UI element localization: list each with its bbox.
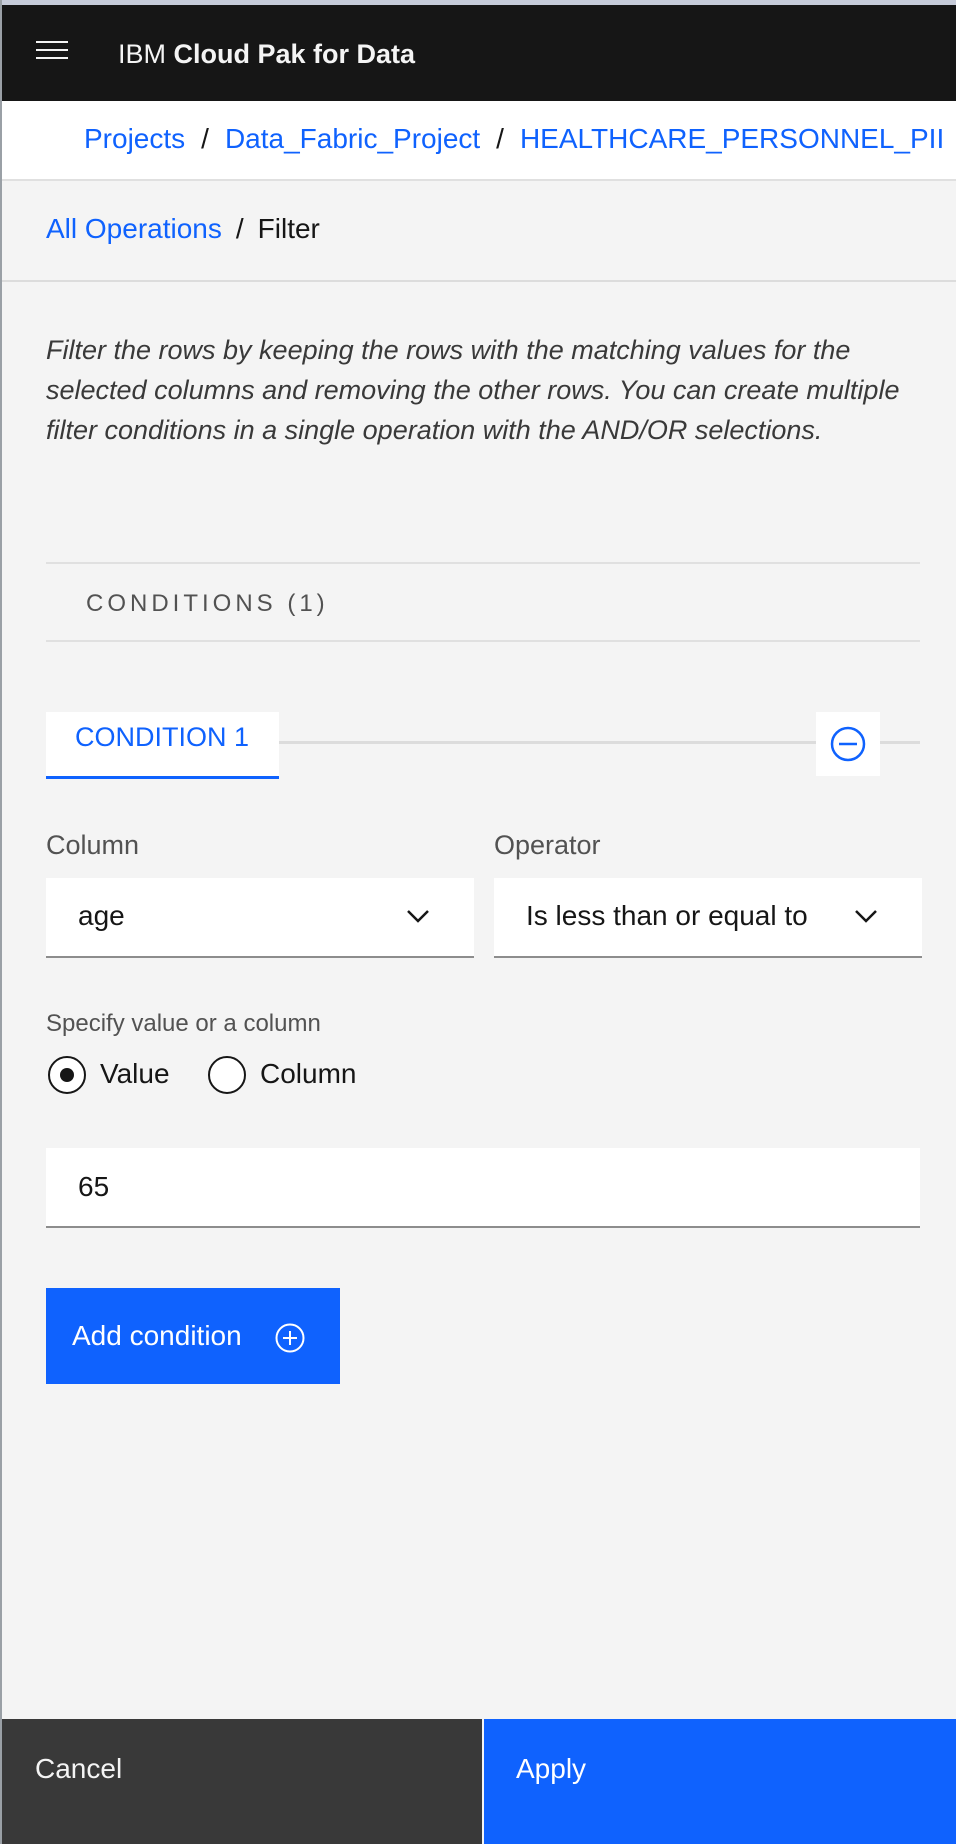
conditions-header: CONDITIONS (1) — [46, 562, 920, 642]
operator-select-value: Is less than or equal to — [526, 900, 808, 931]
breadcrumb-separator: / — [496, 123, 504, 154]
apply-label: Apply — [516, 1753, 587, 1784]
cancel-button[interactable]: Cancel — [2, 1719, 482, 1844]
remove-condition-button[interactable] — [816, 712, 880, 776]
operation-breadcrumb-separator: / — [235, 213, 244, 244]
column-label: Column — [46, 830, 140, 860]
brand-title: IBM Cloud Pak for Data — [118, 39, 415, 70]
tab-condition-1[interactable]: CONDITION 1 — [46, 712, 279, 779]
operator-label: Operator — [494, 830, 601, 860]
brand-prefix: IBM — [118, 39, 167, 69]
all-operations-link[interactable]: All Operations — [46, 213, 222, 244]
radio-column-circle — [208, 1056, 246, 1094]
cancel-label: Cancel — [35, 1753, 123, 1784]
chevron-down-icon — [855, 910, 877, 923]
add-condition-button[interactable]: Add condition — [46, 1288, 340, 1384]
add-condition-label: Add condition — [72, 1320, 242, 1351]
operator-select[interactable]: Is less than or equal to — [494, 878, 922, 958]
apply-button[interactable]: Apply — [484, 1719, 956, 1844]
menu-icon[interactable] — [36, 41, 68, 67]
operation-breadcrumb: All Operations / Filter — [2, 181, 956, 282]
specify-label: Specify value or a column — [46, 1010, 321, 1037]
breadcrumb-separator: / — [201, 123, 209, 154]
conditions-count-label: CONDITIONS (1) — [86, 590, 329, 617]
action-footer: Cancel Apply — [2, 1719, 956, 1844]
operation-description: Filter the rows by keeping the rows with… — [46, 335, 900, 445]
top-header: IBM Cloud Pak for Data — [2, 0, 956, 101]
operation-title: Filter — [257, 213, 320, 244]
value-input[interactable] — [46, 1148, 920, 1228]
radio-value-circle — [48, 1056, 86, 1094]
tab-condition-1-label: CONDITION 1 — [75, 722, 250, 752]
chevron-down-icon — [407, 910, 429, 923]
breadcrumb-asset[interactable]: HEALTHCARE_PERSONNEL_PII — [520, 123, 944, 154]
project-breadcrumb: Projects / Data_Fabric_Project / HEALTHCARE_… — [2, 101, 956, 181]
radio-value-label: Value — [100, 1058, 170, 1089]
column-select[interactable]: age — [46, 878, 474, 958]
radio-column-label: Column — [260, 1058, 357, 1089]
add-circle-icon — [275, 1323, 305, 1353]
app-frame: IBM Cloud Pak for Data Projects / Data_Fab… — [0, 0, 956, 1844]
remove-circle-icon — [830, 726, 866, 762]
breadcrumb-projects[interactable]: Projects — [84, 123, 185, 154]
breadcrumb-project[interactable]: Data_Fabric_Project — [225, 123, 480, 154]
breadcrumb: Projects / Data_Fabric_Project / HEALTHCARE_… — [84, 123, 944, 155]
column-select-value: age — [78, 900, 125, 931]
brand-name: Cloud Pak for Data — [173, 39, 416, 69]
